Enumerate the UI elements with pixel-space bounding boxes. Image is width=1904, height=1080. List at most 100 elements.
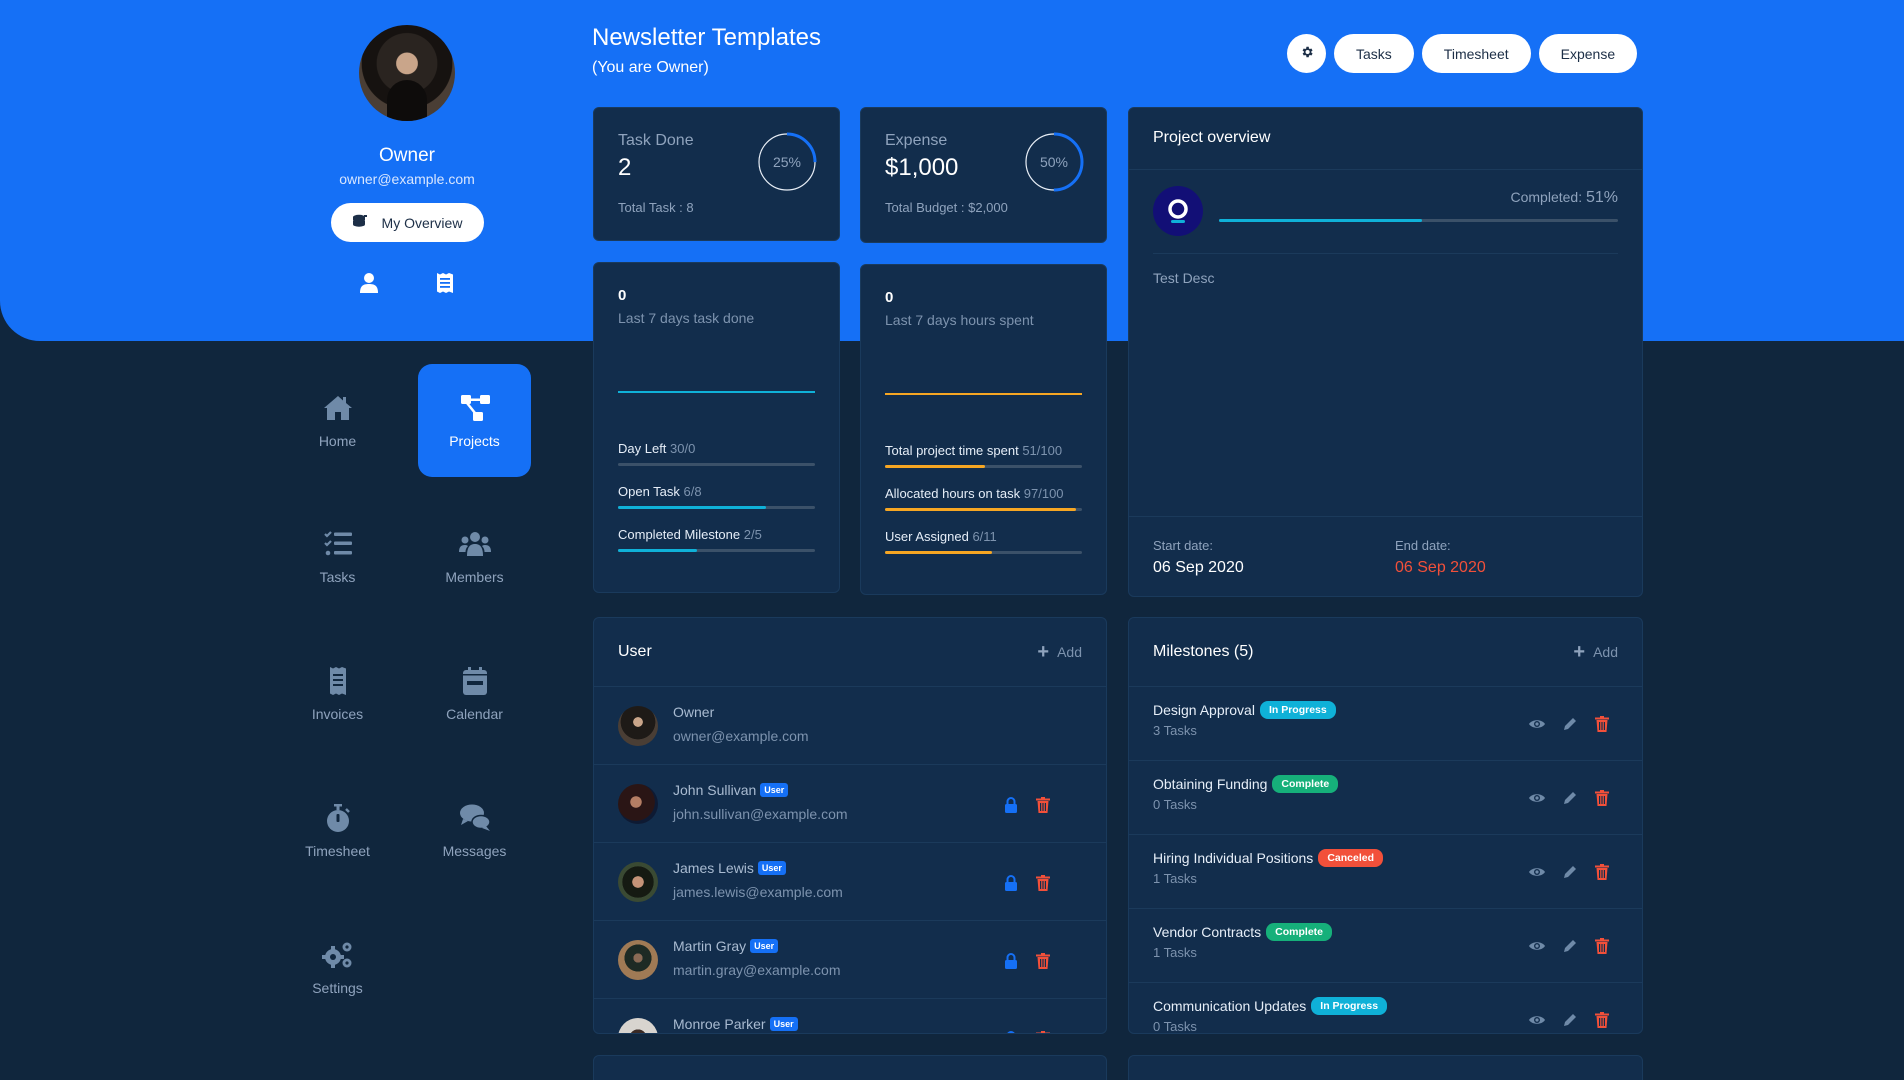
task-percent: 25% (772, 154, 802, 170)
end-date: 06 Sep 2020 (1395, 559, 1486, 576)
edit-icon[interactable] (1562, 864, 1580, 880)
user-row[interactable]: Martin Gray User martin.gray@example.com (594, 920, 1106, 998)
hours-sparkline (885, 393, 1082, 395)
nav-label: Timesheet (305, 842, 370, 859)
gear-icon (1300, 45, 1314, 62)
edit-icon[interactable] (1562, 938, 1580, 954)
milestone-task-count: 0 Tasks (1153, 1019, 1197, 1034)
home-icon (323, 395, 352, 420)
user-name: James Lewis (673, 860, 754, 876)
add-label: Add (1057, 644, 1082, 660)
lock-icon[interactable] (1004, 875, 1018, 891)
my-overview-label: My Overview (381, 214, 463, 231)
trash-icon[interactable] (1595, 716, 1613, 732)
eye-icon[interactable] (1528, 864, 1546, 880)
completion-text: Completed: 51% (1510, 189, 1618, 207)
lock-icon[interactable] (1004, 797, 1018, 813)
trash-icon[interactable] (1595, 1012, 1613, 1028)
nav-item-messages[interactable]: Messages (418, 774, 531, 887)
nav-label: Calendar (446, 705, 503, 722)
eye-icon[interactable] (1528, 716, 1546, 732)
receipt-icon[interactable] (435, 272, 455, 294)
bar-fill (618, 549, 697, 552)
completion-bar-fill (1219, 219, 1423, 222)
tasks-button[interactable]: Tasks (1334, 34, 1414, 73)
user-row[interactable]: John Sullivan User john.sullivan@example.… (594, 764, 1106, 842)
expense-button[interactable]: Expense (1538, 34, 1638, 73)
milestone-row[interactable]: Vendor Contracts Complete 1 Tasks (1129, 908, 1642, 982)
trash-icon[interactable] (1595, 790, 1613, 806)
add-user-button[interactable]: + Add (1037, 641, 1082, 664)
milestone-name: Communication Updates (1153, 998, 1307, 1014)
nav-label: Tasks (319, 568, 356, 585)
total-budget: Total Budget : $2,000 (885, 200, 1008, 215)
progress-allocated-hours: Allocated hours on task 97/100 (885, 486, 1082, 511)
edit-icon[interactable] (1562, 716, 1580, 732)
milestone-row[interactable]: Design Approval In Progress 3 Tasks (1129, 686, 1642, 760)
status-badge: In Progress (1311, 997, 1388, 1015)
eye-icon[interactable] (1528, 1012, 1546, 1028)
task-total: Total Task : 8 (618, 200, 694, 215)
milestone-row[interactable]: Obtaining Funding Complete 0 Tasks (1129, 760, 1642, 834)
eye-icon[interactable] (1528, 938, 1546, 954)
trash-icon[interactable] (1036, 1031, 1050, 1033)
end-date-block: End date: 06 Sep 2020 (1395, 538, 1486, 577)
add-milestone-button[interactable]: + Add (1573, 641, 1618, 664)
trash-icon[interactable] (1595, 938, 1613, 954)
user-name: Monroe Parker (673, 1016, 766, 1032)
edit-icon[interactable] (1562, 790, 1580, 806)
my-overview-button[interactable]: My Overview (330, 203, 484, 242)
user-avatar (618, 1018, 658, 1033)
trash-icon[interactable] (1036, 797, 1050, 813)
bar-label: Total project time spent (885, 443, 1019, 458)
nav-item-timesheet[interactable]: Timesheet (281, 774, 394, 887)
bar-fill (885, 465, 986, 468)
progress-project-time: Total project time spent 51/100 (885, 443, 1082, 468)
project-settings-button[interactable] (1287, 34, 1326, 73)
user-name: Owner (673, 704, 715, 720)
role-badge: User (757, 861, 786, 875)
bar-fill (885, 508, 1077, 511)
timesheet-button[interactable]: Timesheet (1421, 34, 1531, 73)
bar-value: 6/8 (683, 484, 702, 499)
eye-icon[interactable] (1528, 790, 1546, 806)
completion-bar (1219, 219, 1618, 222)
user-row[interactable]: James Lewis User james.lewis@example.com (594, 842, 1106, 920)
user-row[interactable]: Owner owner@example.com (594, 686, 1106, 764)
user-row[interactable]: Monroe Parker User (594, 998, 1106, 1033)
page-subtitle: (You are Owner) (592, 59, 709, 76)
user-name: Martin Gray (673, 938, 747, 954)
status-badge: Complete (1266, 923, 1333, 941)
expense-percent: 50% (1039, 154, 1069, 170)
nav-item-calendar[interactable]: Calendar (418, 637, 531, 750)
nav-item-tasks[interactable]: Tasks (281, 500, 394, 613)
user-icon[interactable] (359, 272, 379, 294)
bar-value: 6/11 (972, 529, 997, 544)
trash-icon[interactable] (1595, 864, 1613, 880)
lock-icon[interactable] (1004, 953, 1018, 969)
trash-icon[interactable] (1036, 953, 1050, 969)
milestone-row[interactable]: Hiring Individual Positions Canceled 1 Tas… (1129, 834, 1642, 908)
nav-label: Home (318, 432, 357, 449)
profile-avatar[interactable] (359, 25, 455, 121)
bottom-card-right (1128, 1055, 1643, 1080)
nav-item-invoices[interactable]: Invoices (281, 637, 394, 750)
bar-value: 2/5 (743, 527, 762, 542)
edit-icon[interactable] (1562, 1012, 1580, 1028)
page-title: Newsletter Templates (592, 24, 821, 51)
plus-icon: + (1573, 640, 1586, 663)
nav-item-settings[interactable]: Settings (281, 911, 394, 1024)
divider (1129, 169, 1642, 170)
trash-icon[interactable] (1036, 875, 1050, 891)
nav-item-projects[interactable]: Projects (418, 364, 531, 477)
task-done-card: Task Done 2 Total Task : 8 25% (593, 107, 840, 241)
milestone-row[interactable]: Communication Updates In Progress 0 Tasks (1129, 982, 1642, 1034)
milestone-name: Vendor Contracts (1153, 924, 1262, 940)
nav-item-home[interactable]: Home (281, 364, 394, 477)
nav-item-members[interactable]: Members (418, 500, 531, 613)
plus-icon: + (1037, 640, 1050, 663)
task-activity-value: 0 (618, 287, 627, 304)
user-name: John Sullivan (673, 782, 757, 798)
hours-activity-card: 0 Last 7 days hours spent Total project … (860, 264, 1107, 595)
lock-icon[interactable] (1004, 1031, 1018, 1033)
